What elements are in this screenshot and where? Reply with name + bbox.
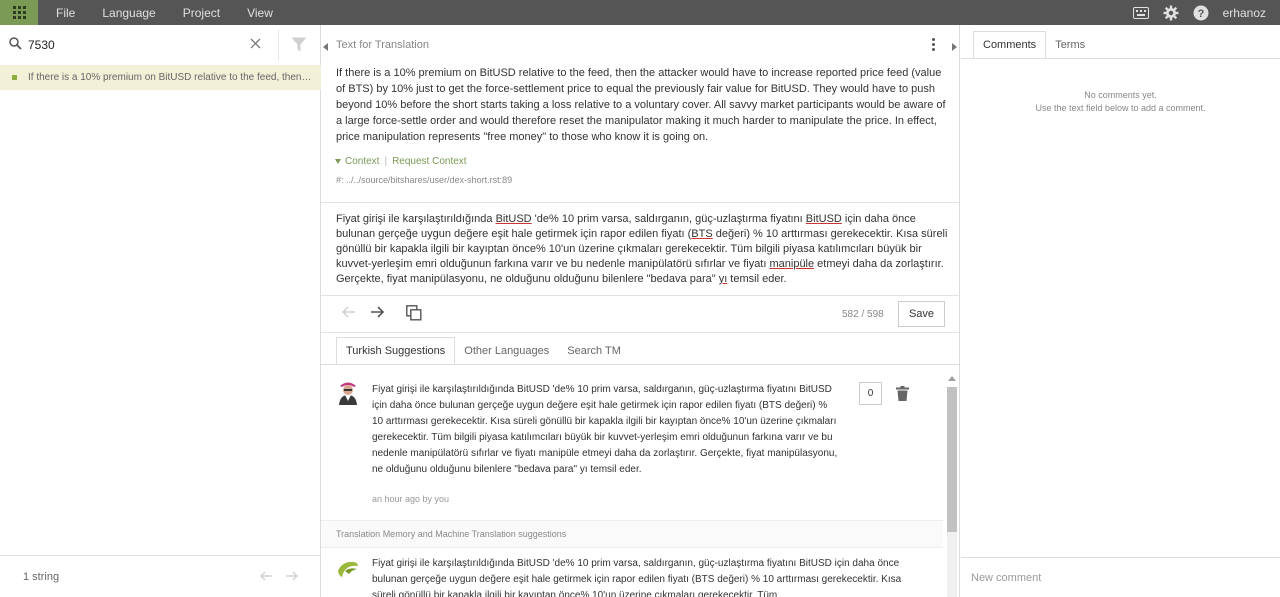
- suggestion-tabs: Turkish Suggestions Other Languages Sear…: [336, 337, 630, 365]
- source-location: #: ../../source/bitshares/user/dex-short…: [336, 175, 513, 185]
- context-links: Context | Request Context: [335, 156, 467, 167]
- target-text: Fiyat girişi ile karşılaştırıldığında: [336, 213, 496, 225]
- string-count: 1 string: [23, 570, 60, 583]
- tm-suggestion-text[interactable]: Fiyat girişi ile karşılaştırıldığında Bi…: [372, 556, 918, 597]
- tab-turkish-suggestions[interactable]: Turkish Suggestions: [336, 337, 456, 365]
- top-bar: File Language Project View ? erhanoz: [0, 0, 1280, 25]
- collapse-right-icon[interactable]: [952, 40, 957, 54]
- menu-view[interactable]: View: [247, 6, 273, 20]
- main-menu: File Language Project View: [56, 6, 300, 20]
- tab-terms[interactable]: Terms: [1046, 31, 1094, 59]
- menu-language[interactable]: Language: [102, 6, 155, 20]
- spellcheck-word: BitUSD: [495, 213, 532, 225]
- caret-down-icon: [335, 159, 341, 164]
- target-text: temsil eder.: [727, 273, 787, 285]
- tab-other-languages[interactable]: Other Languages: [455, 337, 558, 365]
- menu-file[interactable]: File: [56, 6, 75, 20]
- comments-tabs: Comments Terms: [973, 31, 1094, 59]
- context-separator: |: [384, 156, 388, 167]
- more-options-icon[interactable]: [932, 38, 935, 51]
- gear-icon[interactable]: [1163, 5, 1179, 21]
- spellcheck-word: BitUSD: [805, 213, 842, 225]
- copy-source-icon[interactable]: [406, 305, 422, 324]
- clear-search-icon[interactable]: [250, 38, 261, 52]
- tm-section-header: Translation Memory and Machine Translati…: [321, 520, 943, 548]
- next-arrow-icon[interactable]: [370, 306, 385, 321]
- empty-comments-title: No comments yet.: [1084, 90, 1157, 100]
- editor-toolbar: 582 / 598 Save: [321, 295, 960, 333]
- previous-arrow-icon[interactable]: [341, 306, 356, 321]
- empty-comments-message: No comments yet. Use the text field belo…: [961, 89, 1280, 115]
- new-comment-input[interactable]: New comment: [961, 557, 1280, 597]
- next-arrow-icon[interactable]: [285, 570, 299, 584]
- request-context-link[interactable]: Request Context: [392, 156, 467, 167]
- source-text: If there is a 10% premium on BitUSD rela…: [336, 67, 946, 143]
- spellcheck-word: BTS: [691, 228, 713, 240]
- suggestion-meta: an hour ago by you: [372, 494, 450, 504]
- search-bar: 7530: [0, 25, 320, 65]
- empty-comments-hint: Use the text field below to add a commen…: [1035, 103, 1206, 113]
- collapse-left-icon[interactable]: [323, 40, 328, 54]
- tab-search-tm[interactable]: Search TM: [558, 337, 630, 365]
- character-count: 582 / 598: [842, 309, 884, 320]
- search-divider: [278, 30, 279, 60]
- comments-panel: Comments Terms No comments yet. Use the …: [961, 25, 1280, 597]
- suggestions-scrollbar[interactable]: [945, 373, 957, 597]
- target-text: 'de% 10 prim varsa, saldırganın, güç-uzl…: [531, 213, 806, 225]
- editor-title: Text for Translation: [336, 39, 429, 51]
- editor-header: Text for Translation: [321, 25, 959, 65]
- unit-source-text: If there is a 10% premium on BitUSD rela…: [28, 72, 313, 83]
- divider: [321, 202, 960, 203]
- svg-text:?: ?: [1197, 8, 1204, 20]
- spellcheck-word: yı: [718, 273, 728, 285]
- username[interactable]: erhanoz: [1223, 6, 1266, 20]
- delete-icon[interactable]: [896, 386, 909, 404]
- tabs-divider: [961, 58, 1280, 59]
- search-input[interactable]: 7530: [28, 38, 55, 52]
- status-marker: [12, 75, 17, 80]
- search-icon: [9, 37, 22, 53]
- top-right-tools: ? erhanoz: [1119, 0, 1266, 25]
- apps-menu-button[interactable]: [0, 0, 38, 25]
- keyboard-icon[interactable]: [1132, 6, 1149, 19]
- filter-icon[interactable]: [291, 37, 307, 55]
- suggestions-list: Fiyat girişi ile karşılaştırıldığında Bi…: [321, 365, 943, 597]
- spellcheck-word: manipüle: [769, 258, 815, 270]
- editor-panel: Text for Translation If there is a 10% p…: [321, 25, 960, 597]
- list-nav: [259, 570, 299, 584]
- vote-count[interactable]: 0: [859, 382, 882, 405]
- tab-comments[interactable]: Comments: [973, 31, 1047, 59]
- list-footer: 1 string: [0, 555, 321, 597]
- list-item[interactable]: If there is a 10% premium on BitUSD rela…: [0, 65, 321, 90]
- translation-textarea[interactable]: Fiyat girişi ile karşılaştırıldığında Bi…: [336, 212, 948, 287]
- apps-grid-icon: [12, 6, 26, 19]
- machine-translation-icon: [336, 557, 360, 581]
- previous-arrow-icon[interactable]: [259, 570, 273, 584]
- user-avatar: [336, 381, 360, 405]
- save-button[interactable]: Save: [898, 301, 945, 327]
- unit-list-panel: 7530 If there is a 10% premium on BitUSD…: [0, 25, 321, 597]
- help-icon[interactable]: ?: [1193, 5, 1209, 21]
- scrollbar-thumb[interactable]: [947, 387, 957, 532]
- context-link[interactable]: Context: [345, 156, 379, 167]
- suggestion-text[interactable]: Fiyat girişi ile karşılaştırıldığında Bi…: [372, 382, 840, 478]
- menu-project[interactable]: Project: [183, 6, 220, 20]
- scroll-up-icon[interactable]: [948, 376, 956, 381]
